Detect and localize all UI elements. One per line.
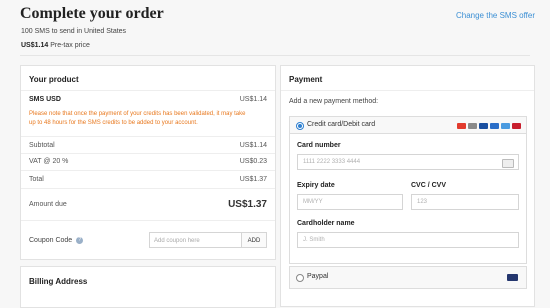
visa-electron-icon — [468, 123, 477, 129]
amex-icon — [490, 123, 499, 129]
amount-due-row: Amount due US$1.37 — [29, 199, 267, 210]
cb-icon — [501, 123, 510, 129]
paypal-logo-icon — [507, 274, 518, 281]
cardholder-label: Cardholder name — [297, 220, 355, 227]
help-icon[interactable]: ? — [76, 237, 84, 244]
subtotal-value: US$1.14 — [239, 142, 267, 149]
product-item-name: SMS USD — [29, 96, 61, 103]
payment-sublabel: Add a new payment method: — [289, 98, 379, 105]
cardholder-input[interactable]: J. Smith — [297, 232, 519, 248]
coupon-label: Coupon Code ? — [29, 237, 84, 244]
paypal-label: Paypal — [307, 273, 329, 280]
divider — [21, 220, 275, 221]
product-item-row: SMS USD US$1.14 — [29, 96, 267, 103]
vat-row: VAT @ 20 % US$0.23 — [29, 158, 267, 165]
total-value: US$1.37 — [239, 176, 267, 183]
paypal-radio[interactable] — [296, 274, 304, 282]
coupon-label-text: Coupon Code — [29, 237, 73, 244]
vat-label: VAT @ 20 % — [29, 158, 69, 165]
expiry-label: Expiry date — [297, 182, 335, 189]
card-brands — [457, 123, 521, 129]
processing-note: Please note that once the payment of you… — [29, 111, 246, 126]
visa-icon — [479, 123, 488, 129]
cvc-label: CVC / CVV — [411, 182, 447, 189]
paypal-option[interactable]: Paypal — [289, 266, 527, 289]
divider — [21, 188, 275, 189]
product-heading: Your product — [29, 75, 79, 84]
credit-card-icon — [502, 159, 514, 168]
billing-heading: Billing Address — [29, 277, 88, 286]
vat-value: US$0.23 — [239, 158, 267, 165]
credit-card-radio[interactable] — [296, 122, 304, 130]
card-number-label: Card number — [297, 142, 341, 149]
order-summary-text: 100 SMS to send in United States — [21, 28, 127, 35]
divider — [281, 90, 534, 91]
header-divider — [20, 55, 530, 56]
card-number-placeholder: 1111 2222 3333 4444 — [303, 159, 361, 165]
total-row: Total US$1.37 — [29, 176, 267, 183]
product-panel: Your product SMS USD US$1.14 Please note… — [20, 65, 276, 260]
mastercard-icon — [457, 123, 466, 129]
divider — [21, 170, 275, 171]
payment-panel: Payment Add a new payment method: Credit… — [280, 65, 535, 307]
divider — [21, 90, 275, 91]
divider — [21, 136, 275, 137]
credit-card-label: Credit card/Debit card — [307, 121, 376, 128]
card-form: Card number 1111 2222 3333 4444 Expiry d… — [290, 133, 526, 263]
subtotal-label: Subtotal — [29, 142, 55, 149]
pretax-price: US$1.14 Pre-tax price — [21, 42, 90, 49]
credit-card-option: Credit card/Debit card Card number 1111 … — [289, 116, 527, 264]
total-label: Total — [29, 176, 44, 183]
maestro-icon — [512, 123, 521, 129]
add-coupon-button[interactable]: ADD — [242, 232, 267, 248]
page-title: Complete your order — [20, 5, 164, 22]
expiry-input[interactable]: MM/YY — [297, 194, 403, 210]
pretax-price-value: US$1.14 — [21, 42, 49, 49]
amount-due-value: US$1.37 — [228, 199, 267, 210]
coupon-input[interactable]: Add coupon here — [149, 232, 242, 248]
card-number-input[interactable]: 1111 2222 3333 4444 — [297, 154, 519, 170]
product-item-price: US$1.14 — [239, 96, 267, 103]
payment-heading: Payment — [289, 75, 323, 84]
cvc-input[interactable]: 123 — [411, 194, 519, 210]
subtotal-row: Subtotal US$1.14 — [29, 142, 267, 149]
billing-panel: Billing Address — [20, 266, 276, 308]
pretax-price-suffix: Pre-tax price — [50, 42, 90, 49]
amount-due-label: Amount due — [29, 201, 67, 208]
divider — [21, 153, 275, 154]
change-sms-offer-link[interactable]: Change the SMS offer — [456, 11, 535, 20]
